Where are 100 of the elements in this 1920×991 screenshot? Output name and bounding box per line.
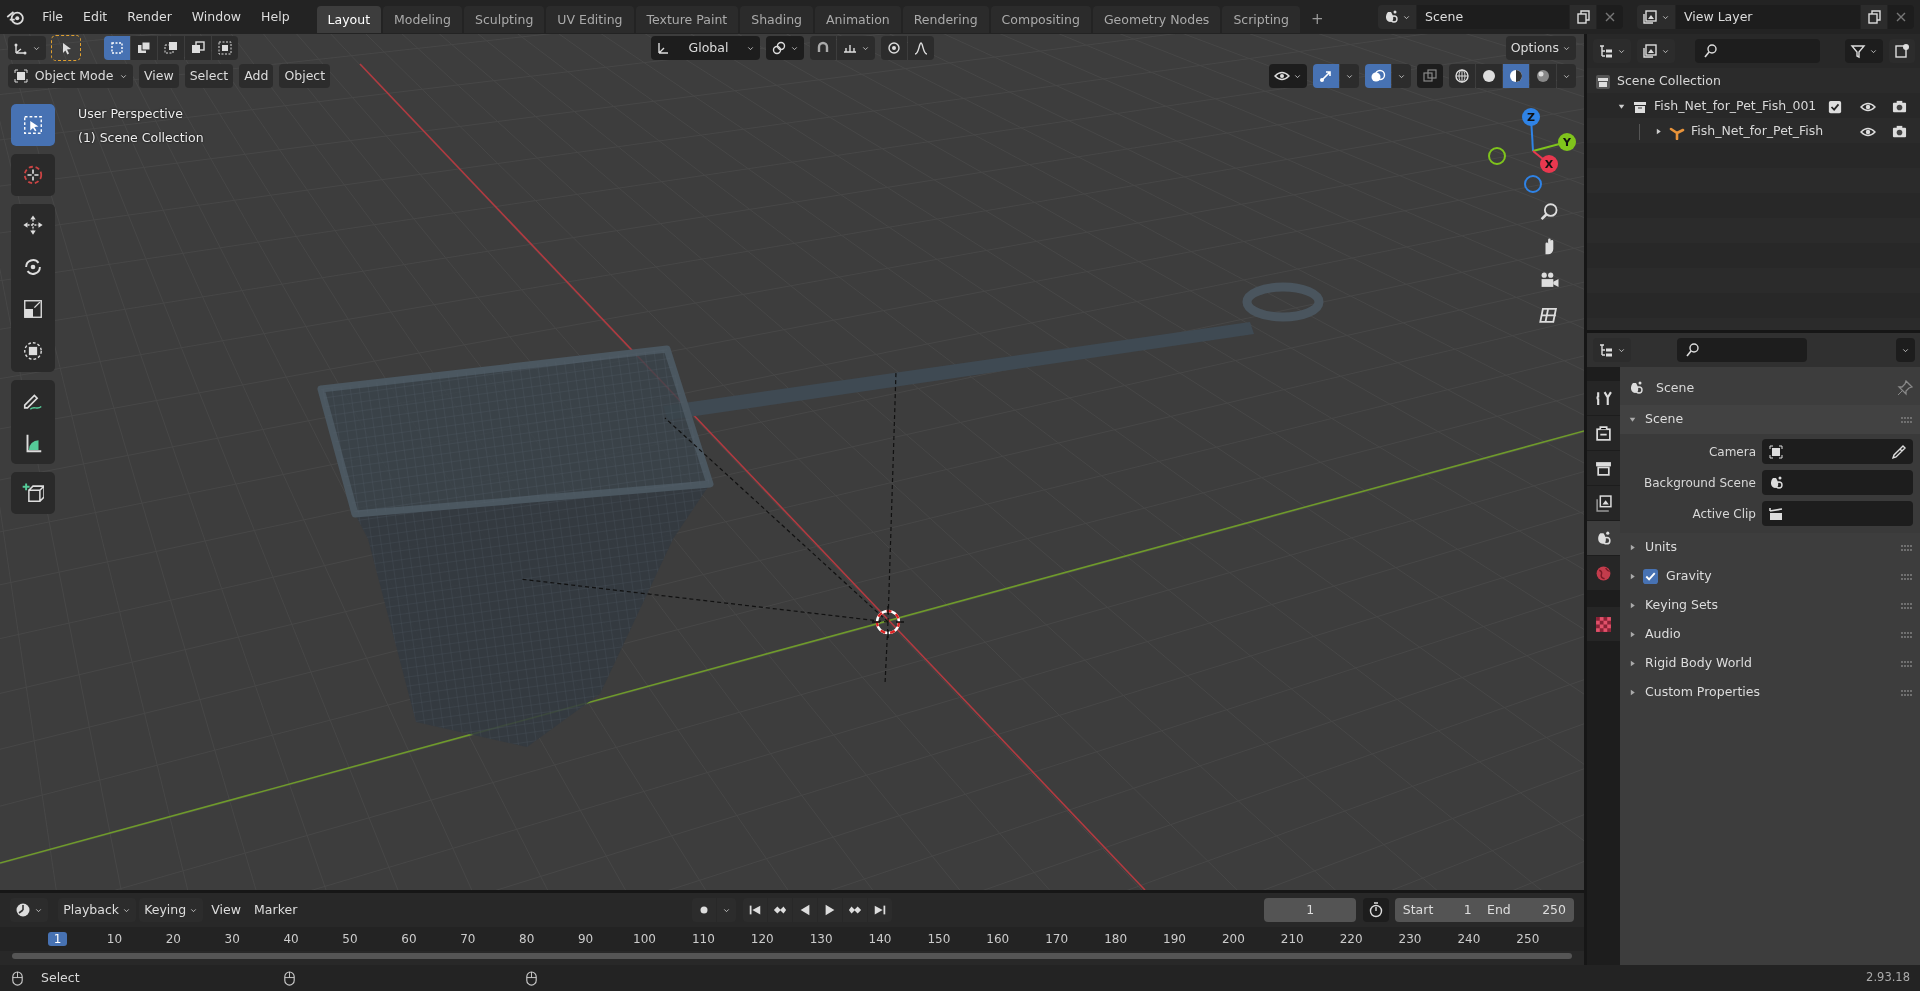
workspace-tab[interactable]: Modeling <box>383 5 462 34</box>
workspace-tab[interactable]: Scripting <box>1222 5 1300 34</box>
orientation-dropdown[interactable]: Global <box>650 36 760 60</box>
collapse-arrow-icon[interactable] <box>1628 415 1637 424</box>
view-layer-tab[interactable] <box>1587 486 1620 520</box>
jump-start-button[interactable] <box>742 898 767 922</box>
expand-arrow-icon[interactable] <box>1628 572 1637 581</box>
clip-field[interactable] <box>1762 501 1914 526</box>
outliner-item[interactable]: Scene Collection <box>1617 72 1721 91</box>
end-frame-field[interactable]: End 250 <box>1479 898 1574 922</box>
previous-keyframe-button[interactable] <box>767 898 792 922</box>
panel-header[interactable]: Rigid Body World <box>1643 654 1754 673</box>
output-tab[interactable] <box>1587 451 1620 485</box>
grid-view-icon[interactable] <box>1539 308 1557 323</box>
expand-arrow-icon[interactable] <box>1628 659 1637 668</box>
workspace-tab[interactable]: Layout <box>316 5 382 34</box>
zoom-icon[interactable] <box>1540 203 1558 221</box>
scene-field[interactable] <box>1762 470 1914 495</box>
falloff-dropdown[interactable] <box>907 36 934 60</box>
playhead[interactable]: 1 <box>47 932 68 946</box>
shading-mode-button[interactable] <box>1503 64 1529 88</box>
view-layer-browse-button[interactable] <box>1637 5 1675 29</box>
collapse-arrow-icon[interactable] <box>1617 102 1626 111</box>
select-mode-button[interactable] <box>212 36 238 60</box>
options-dropdown[interactable]: Options <box>1505 36 1576 60</box>
editor-type-button[interactable] <box>1593 338 1631 362</box>
copy-button[interactable] <box>1570 5 1596 29</box>
workspace-tab[interactable]: Sculpting <box>463 5 545 34</box>
expand-arrow-icon[interactable] <box>1628 688 1637 697</box>
copy-button[interactable] <box>1861 5 1887 29</box>
shading-mode-button[interactable] <box>1476 64 1502 88</box>
shading-mode-button[interactable] <box>1530 64 1556 88</box>
workspace-tab[interactable]: Shading <box>740 5 813 34</box>
view-layer-dropdown[interactable] <box>1637 39 1675 63</box>
viewport-menu[interactable]: Select <box>184 64 234 88</box>
shading-mode-button[interactable] <box>1449 64 1475 88</box>
preview-range-toggle[interactable] <box>1362 898 1389 922</box>
workspace-tab[interactable]: Geometry Nodes <box>1092 5 1221 34</box>
workspace-tab[interactable]: Rendering <box>902 5 989 34</box>
viewport-menu[interactable]: Add <box>239 64 274 88</box>
select-mode-button[interactable] <box>131 36 157 60</box>
close-button[interactable] <box>1597 5 1623 29</box>
menu-item[interactable]: Help <box>252 4 299 30</box>
pan-hand-icon[interactable] <box>1545 238 1554 255</box>
display-mode-dropdown[interactable] <box>1593 39 1631 63</box>
menu-item[interactable]: File <box>33 4 73 30</box>
menu-item[interactable]: Render <box>118 4 181 30</box>
jump-end-button[interactable] <box>867 898 892 922</box>
texture-tab[interactable] <box>1587 607 1620 641</box>
snap-toggle[interactable] <box>809 36 836 60</box>
menu-item[interactable]: Edit <box>74 4 117 30</box>
panel-header[interactable]: Units <box>1643 538 1679 557</box>
close-button[interactable] <box>1888 5 1914 29</box>
select-mode-button[interactable] <box>185 36 211 60</box>
panel-header[interactable]: Scene <box>1643 410 1686 429</box>
timeline-dropdown[interactable]: Playback <box>58 898 137 922</box>
filter-dropdown[interactable] <box>1845 39 1884 63</box>
visibility-dropdown[interactable] <box>1269 64 1307 88</box>
current-frame-field[interactable]: 1 <box>1264 898 1357 922</box>
scene-name-field[interactable]: Scene <box>1417 5 1569 29</box>
workspace-tab[interactable]: Animation <box>815 5 901 34</box>
xray-toggle[interactable] <box>1417 64 1443 88</box>
search-field[interactable] <box>1677 338 1807 362</box>
pin-icon[interactable] <box>1897 380 1914 396</box>
snap-dropdown[interactable] <box>836 36 875 60</box>
play-reverse-button[interactable] <box>792 898 817 922</box>
expand-arrow-icon[interactable] <box>1628 543 1637 552</box>
mode-dropdown[interactable]: Object Mode <box>8 64 133 88</box>
panel-header[interactable]: Keying Sets <box>1643 596 1720 615</box>
tool-tab[interactable] <box>1587 381 1620 415</box>
checkbox-icon[interactable] <box>1828 99 1843 114</box>
menu-item[interactable]: Window <box>182 4 251 30</box>
navigation-gizmo[interactable]: Z Y X <box>1488 108 1576 193</box>
view-layer-name-field[interactable]: View Layer <box>1676 5 1860 29</box>
editor-type-button[interactable] <box>8 36 46 60</box>
camera-icon[interactable] <box>1541 272 1559 287</box>
viewport-menu[interactable]: View <box>139 64 179 88</box>
record-button[interactable] <box>692 898 717 922</box>
camera-icon[interactable] <box>1892 99 1908 114</box>
camera-field[interactable] <box>1762 439 1914 464</box>
checkbox[interactable] <box>1643 569 1658 584</box>
scrollbar[interactable] <box>12 953 1572 959</box>
panel-header[interactable]: Audio <box>1643 625 1683 644</box>
pivot-dropdown[interactable] <box>765 36 804 60</box>
viewport-menu[interactable]: Object <box>279 64 331 88</box>
panel-header[interactable]: Custom Properties <box>1643 683 1763 702</box>
overlay-toggle[interactable] <box>1365 64 1391 88</box>
select-tool-button[interactable] <box>52 36 80 60</box>
editor-type-button[interactable] <box>10 898 48 922</box>
new-collection-button[interactable] <box>1889 39 1916 63</box>
search-field[interactable] <box>1695 39 1820 63</box>
select-mode-button[interactable] <box>158 36 184 60</box>
gizmo-toggle[interactable] <box>1313 64 1339 88</box>
add-workspace-button[interactable]: + <box>1302 4 1333 34</box>
timeline-menu[interactable]: Marker <box>249 898 303 922</box>
outliner-item[interactable]: Fish_Net_for_Pet_Fish <box>1691 122 1824 141</box>
expand-arrow-icon[interactable] <box>1628 630 1637 639</box>
workspace-tab[interactable]: UV Editing <box>546 5 634 34</box>
expand-arrow-icon[interactable] <box>1654 127 1663 136</box>
outliner-item[interactable]: Fish_Net_for_Pet_Fish_001 <box>1654 97 1817 116</box>
